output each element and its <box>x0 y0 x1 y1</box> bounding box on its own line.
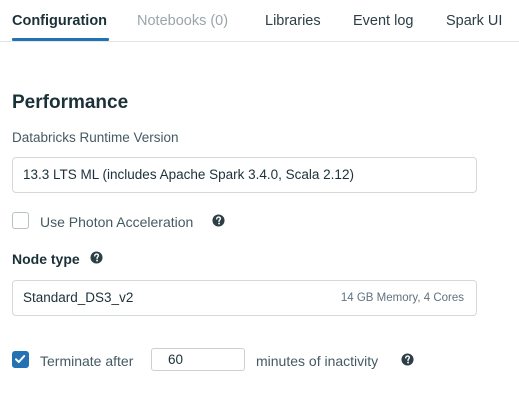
tab-libraries[interactable]: Libraries <box>265 12 321 30</box>
runtime-version-value: 13.3 LTS ML (includes Apache Spark 3.4.0… <box>23 167 354 182</box>
tab-configuration[interactable]: Configuration <box>12 12 107 30</box>
photon-checkbox[interactable] <box>12 212 29 229</box>
runtime-version-select[interactable]: 13.3 LTS ML (includes Apache Spark 3.4.0… <box>12 157 477 193</box>
tab-event-log[interactable]: Event log <box>353 12 413 30</box>
node-type-specs: 14 GB Memory, 4 Cores <box>340 292 464 304</box>
terminate-minutes-input[interactable] <box>151 348 245 371</box>
cluster-config-page: Configuration Notebooks (0) Libraries Ev… <box>0 0 519 394</box>
node-type-value: Standard_DS3_v2 <box>23 290 134 305</box>
tab-bar: Configuration Notebooks (0) Libraries Ev… <box>0 0 519 42</box>
active-tab-indicator <box>12 38 109 41</box>
node-type-select[interactable]: Standard_DS3_v2 14 GB Memory, 4 Cores <box>12 280 477 316</box>
node-type-help-icon[interactable] <box>90 251 103 264</box>
check-icon <box>15 355 26 363</box>
node-type-label: Node type <box>12 251 80 267</box>
section-title-performance: Performance <box>12 92 129 113</box>
tab-spark-ui[interactable]: Spark UI <box>446 12 502 30</box>
terminate-label: Terminate after <box>40 353 134 369</box>
photon-help-icon[interactable] <box>212 214 225 227</box>
runtime-version-label: Databricks Runtime Version <box>12 130 179 145</box>
tab-notebooks: Notebooks (0) <box>137 13 229 29</box>
terminate-help-icon[interactable] <box>401 353 414 366</box>
photon-label: Use Photon Acceleration <box>40 214 194 230</box>
terminate-checkbox[interactable] <box>12 351 29 368</box>
terminate-suffix-label: minutes of inactivity <box>256 353 379 369</box>
